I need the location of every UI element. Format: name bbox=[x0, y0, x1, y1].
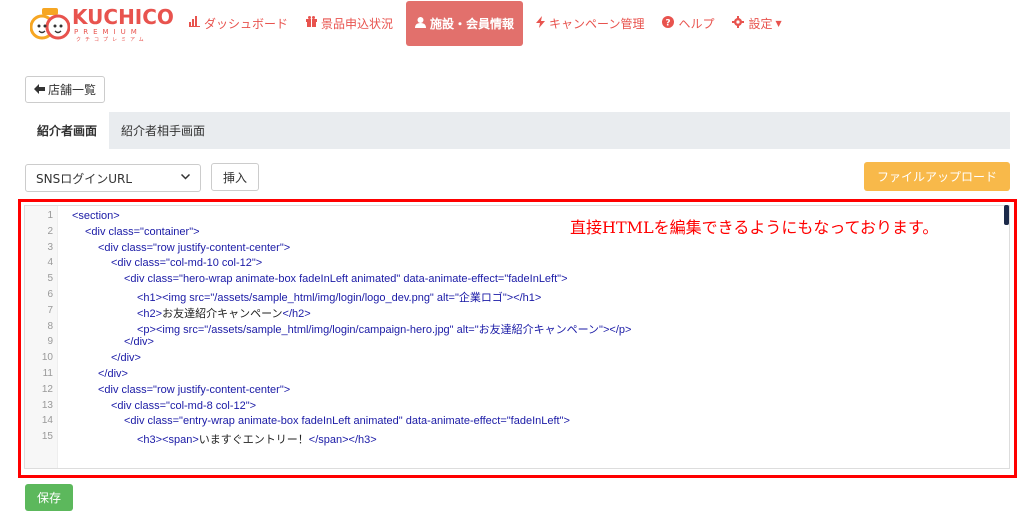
screen-tabs: 紹介者画面 紹介者相手画面 bbox=[25, 112, 1010, 149]
nav-item-settings[interactable]: 設定 ▼ bbox=[723, 0, 790, 46]
nav-item-facility-members[interactable]: 施設・会員情報 bbox=[406, 1, 524, 46]
highlight-frame bbox=[18, 199, 1017, 478]
nav-label: キャンペーン管理 bbox=[549, 16, 645, 31]
nav-item-dashboard[interactable]: ダッシュボード bbox=[180, 0, 297, 46]
nav-label: ダッシュボード bbox=[204, 16, 289, 31]
save-button[interactable]: 保存 bbox=[25, 484, 73, 511]
tab-referrer[interactable]: 紹介者画面 bbox=[25, 112, 110, 149]
tab-referee[interactable]: 紹介者相手画面 bbox=[109, 112, 217, 149]
nav-label: ヘルプ bbox=[678, 16, 715, 31]
nav-item-campaign[interactable]: キャンペーン管理 bbox=[527, 0, 653, 46]
brand-logo[interactable]: KUCHICO PREMIUM クチコプレミアム bbox=[30, 6, 174, 43]
annotation-text: 直接HTMLを編集できるようにもなっております。 bbox=[570, 218, 939, 237]
gift-icon bbox=[306, 16, 318, 30]
nav-label: 施設・会員情報 bbox=[430, 17, 515, 31]
select-value: SNSログインURL bbox=[36, 171, 133, 186]
nav-item-prize-status[interactable]: 景品申込状況 bbox=[297, 0, 402, 46]
brand-name: KUCHICO bbox=[72, 5, 174, 29]
store-list-back-button[interactable]: 店舗一覧 bbox=[25, 76, 106, 103]
svg-text:?: ? bbox=[666, 18, 671, 28]
user-icon bbox=[415, 16, 427, 31]
bolt-icon bbox=[536, 15, 546, 31]
chevron-down-icon: ▼ bbox=[775, 18, 782, 28]
nav-label: 設定 bbox=[748, 16, 773, 31]
brand-sub-kana: クチコプレミアム bbox=[76, 37, 148, 43]
insert-button[interactable]: 挿入 bbox=[211, 163, 260, 191]
insert-type-select[interactable]: SNSログインURL bbox=[25, 164, 201, 192]
nav-label: 景品申込状況 bbox=[321, 16, 394, 31]
question-circle-icon: ? bbox=[662, 15, 675, 31]
file-upload-button[interactable]: ファイルアップロード bbox=[864, 162, 1010, 191]
nav-item-help[interactable]: ? ヘルプ bbox=[653, 0, 723, 46]
brand-sub: PREMIUM bbox=[74, 28, 142, 36]
bar-chart-icon bbox=[189, 16, 200, 30]
chevron-down-icon bbox=[180, 173, 191, 183]
top-navbar: KUCHICO PREMIUM クチコプレミアム ダッシュボード 景品申込状況 … bbox=[0, 0, 1024, 48]
arrow-left-icon bbox=[34, 83, 45, 97]
gear-icon bbox=[732, 15, 745, 31]
logo-faces-icon bbox=[30, 8, 70, 40]
main-nav: ダッシュボード 景品申込状況 施設・会員情報 キャンペーン管理 ? ヘルプ 設定… bbox=[180, 0, 791, 48]
back-button-label: 店舗一覧 bbox=[48, 83, 97, 97]
